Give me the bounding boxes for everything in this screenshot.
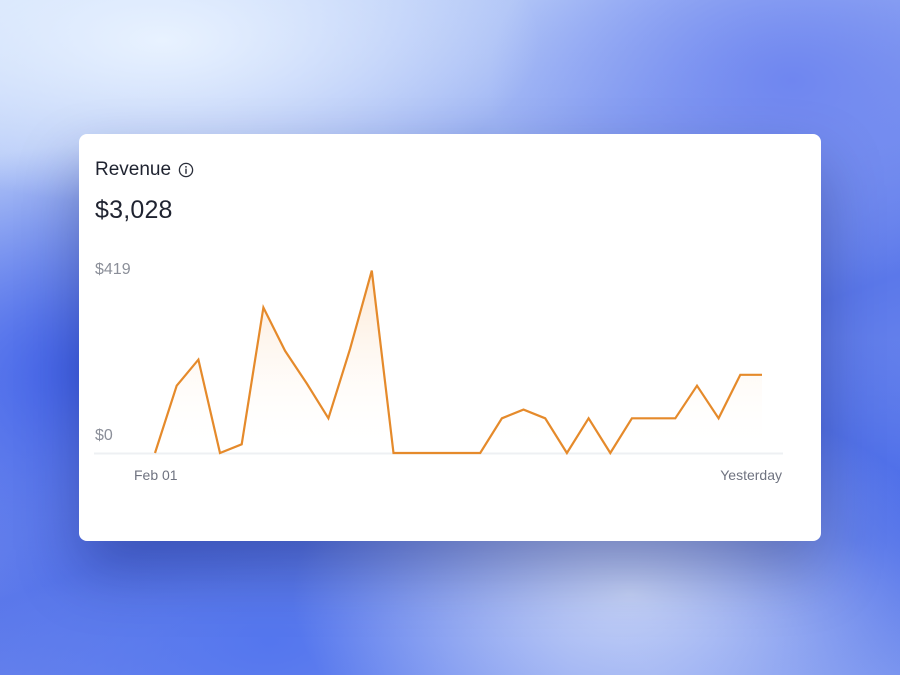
- data-point-0[interactable]: [149, 447, 161, 459]
- data-point-25[interactable]: [691, 380, 703, 392]
- data-point-21[interactable]: [604, 447, 616, 459]
- data-point-5[interactable]: [257, 301, 269, 313]
- data-point-26[interactable]: [713, 412, 725, 424]
- data-point-24[interactable]: [669, 412, 681, 424]
- data-point-3[interactable]: [214, 447, 226, 459]
- data-point-11[interactable]: [387, 447, 399, 459]
- revenue-card: Revenue $3,028 $419 $0 Feb 01 Yesterday: [79, 134, 821, 541]
- data-point-15[interactable]: [474, 447, 486, 459]
- data-point-23[interactable]: [648, 412, 660, 424]
- data-point-10[interactable]: [366, 265, 378, 277]
- data-point-18[interactable]: [539, 412, 551, 424]
- data-point-8[interactable]: [322, 412, 334, 424]
- data-point-2[interactable]: [192, 354, 204, 366]
- revenue-chart: [94, 265, 783, 459]
- data-point-4[interactable]: [236, 438, 248, 450]
- data-point-1[interactable]: [171, 380, 183, 392]
- data-point-6[interactable]: [279, 345, 291, 357]
- data-point-12[interactable]: [409, 447, 421, 459]
- data-point-13[interactable]: [431, 447, 443, 459]
- data-point-28[interactable]: [756, 369, 768, 381]
- data-point-14[interactable]: [453, 447, 465, 459]
- data-point-19[interactable]: [561, 447, 573, 459]
- x-axis-end-label: Yesterday: [720, 467, 782, 483]
- data-point-22[interactable]: [626, 412, 638, 424]
- data-point-17[interactable]: [518, 404, 530, 416]
- data-point-20[interactable]: [583, 412, 595, 424]
- revenue-area: [155, 270, 762, 453]
- data-point-16[interactable]: [496, 412, 508, 424]
- data-point-9[interactable]: [344, 343, 356, 355]
- data-point-27[interactable]: [734, 369, 746, 381]
- x-axis-start-label: Feb 01: [134, 467, 178, 483]
- data-point-7[interactable]: [301, 378, 313, 390]
